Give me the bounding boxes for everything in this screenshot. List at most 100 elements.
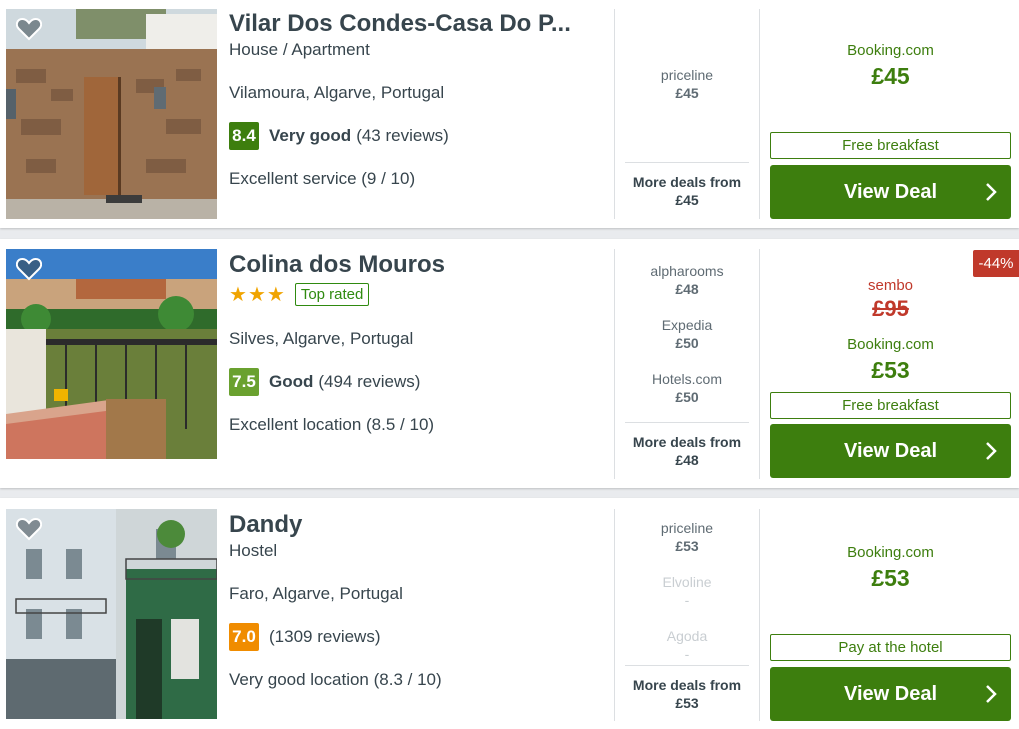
deal-price: - <box>684 646 690 662</box>
chevron-right-icon <box>985 684 997 710</box>
divider <box>614 509 615 721</box>
hotel-info: Colina dos Mouros ★ ★ ★ Top rated Silves… <box>229 251 601 435</box>
review-count[interactable]: (494 reviews) <box>318 372 420 392</box>
rating-label: Good <box>269 372 314 391</box>
star-icon: ★ <box>229 284 247 306</box>
perk-badge: Free breakfast <box>770 392 1011 419</box>
hotel-card[interactable]: Colina dos Mouros ★ ★ ★ Top rated Silves… <box>0 239 1019 488</box>
view-deal-label: View Deal <box>843 439 938 462</box>
best-deal-provider: Booking.com <box>847 544 934 561</box>
deal-item: Agoda - <box>625 627 749 663</box>
deal-provider: Hotels.com <box>651 371 723 387</box>
deal-provider: Elvoline <box>662 574 712 590</box>
old-deal: sembo £95 <box>770 277 1011 322</box>
divider <box>759 509 760 721</box>
rating-row: 7.5 Good (494 reviews) <box>229 368 601 396</box>
rating-score-badge: 8.4 <box>229 122 259 150</box>
view-deal-button[interactable]: View Deal <box>770 165 1011 219</box>
deal-item[interactable]: priceline £45 <box>625 66 749 102</box>
rating-highlight: Excellent service (9 / 10) <box>229 169 416 188</box>
more-deals-price: £45 <box>675 192 699 208</box>
view-deal-button[interactable]: View Deal <box>770 667 1011 721</box>
deal-provider: Agoda <box>666 628 708 644</box>
deal-list: priceline £45 <box>625 66 749 120</box>
view-deal-button[interactable]: View Deal <box>770 424 1011 478</box>
accommodation-type: Hostel <box>229 541 278 560</box>
rating-highlight: Very good location (8.3 / 10) <box>229 670 442 689</box>
deal-list: alpharooms £48 Expedia £50 Hotels.com £5… <box>625 262 749 424</box>
accommodation-type: House / Apartment <box>229 40 370 59</box>
old-deal-provider: sembo <box>867 277 914 294</box>
star-icon: ★ <box>247 284 266 306</box>
review-count[interactable]: (1309 reviews) <box>269 627 381 647</box>
best-deal[interactable]: Booking.com £45 <box>770 42 1011 90</box>
chevron-right-icon <box>985 441 997 467</box>
more-deals[interactable]: More deals from £53 <box>625 665 749 712</box>
hotel-photo[interactable] <box>6 509 217 719</box>
rating-label: Very good <box>269 126 352 145</box>
hotel-location[interactable]: Vilamoura, Algarve, Portugal <box>229 83 601 103</box>
view-deal-label: View Deal <box>843 180 938 203</box>
more-deals[interactable]: More deals from £48 <box>625 422 749 469</box>
deal-provider: priceline <box>660 520 714 536</box>
best-deal-price: £53 <box>871 357 910 383</box>
deal-price: £50 <box>675 389 699 405</box>
rating-score-badge: 7.5 <box>229 368 259 396</box>
deal-provider: alpharooms <box>650 263 724 279</box>
deal-price: £50 <box>675 335 699 351</box>
divider <box>614 249 615 479</box>
rating-row: 8.4 Very good (43 reviews) <box>229 122 601 150</box>
hotel-card[interactable]: Vilar Dos Condes-Casa Do P... House / Ap… <box>0 0 1019 228</box>
top-rated-badge: Top rated <box>294 283 370 306</box>
hotel-name[interactable]: Vilar Dos Condes-Casa Do P... <box>229 10 601 38</box>
divider <box>759 9 760 219</box>
divider <box>614 9 615 219</box>
view-deal-label: View Deal <box>843 682 938 705</box>
perk-badge: Free breakfast <box>770 132 1011 159</box>
review-count[interactable]: (43 reviews) <box>356 126 449 146</box>
heart-icon[interactable] <box>16 257 42 281</box>
deal-item[interactable]: alpharooms £48 <box>625 262 749 298</box>
deal-item: Elvoline - <box>625 573 749 609</box>
more-deals-price: £53 <box>675 695 699 711</box>
deal-list: priceline £53 Elvoline - Agoda - <box>625 519 749 681</box>
hotel-name[interactable]: Dandy <box>229 511 601 539</box>
old-deal-price: £95 <box>872 296 909 321</box>
hotel-info: Vilar Dos Condes-Casa Do P... House / Ap… <box>229 10 601 189</box>
more-deals-label: More deals from <box>632 677 742 693</box>
heart-icon[interactable] <box>16 17 42 41</box>
hotel-location[interactable]: Faro, Algarve, Portugal <box>229 584 601 604</box>
hotel-location[interactable]: Silves, Algarve, Portugal <box>229 329 601 349</box>
chevron-right-icon <box>985 182 997 208</box>
hotel-name[interactable]: Colina dos Mouros <box>229 251 601 279</box>
hotel-photo[interactable] <box>6 9 217 219</box>
heart-icon[interactable] <box>16 517 42 541</box>
best-deal-price: £53 <box>871 565 910 591</box>
best-deal[interactable]: Booking.com £53 <box>770 336 1011 384</box>
best-deal-provider: Booking.com <box>847 42 934 59</box>
hotel-photo[interactable] <box>6 249 217 459</box>
deal-provider: Expedia <box>661 317 713 333</box>
deal-item[interactable]: Expedia £50 <box>625 316 749 352</box>
more-deals-label: More deals from <box>632 434 742 450</box>
more-deals[interactable]: More deals from £45 <box>625 162 749 209</box>
hotel-info: Dandy Hostel Faro, Algarve, Portugal 7.0… <box>229 511 601 690</box>
deal-item[interactable]: Hotels.com £50 <box>625 370 749 406</box>
best-deal[interactable]: Booking.com £53 <box>770 544 1011 592</box>
rating-highlight: Excellent location (8.5 / 10) <box>229 415 435 434</box>
more-deals-label: More deals from <box>632 174 742 190</box>
discount-badge: -44% <box>973 250 1019 277</box>
rating-row: 7.0 (1309 reviews) <box>229 623 601 651</box>
best-deal-price: £45 <box>871 63 910 89</box>
rating-score-badge: 7.0 <box>229 623 259 651</box>
deal-price: £48 <box>675 281 699 297</box>
star-icon: ★ <box>266 284 285 306</box>
hotel-card[interactable]: Dandy Hostel Faro, Algarve, Portugal 7.0… <box>0 498 1019 729</box>
divider <box>759 249 760 479</box>
deal-item[interactable]: priceline £53 <box>625 519 749 555</box>
deal-provider: priceline <box>660 67 714 83</box>
perk-badge: Pay at the hotel <box>770 634 1011 661</box>
star-rating: ★ ★ ★ Top rated <box>229 282 601 307</box>
deal-price: - <box>684 592 690 608</box>
more-deals-price: £48 <box>675 452 699 468</box>
